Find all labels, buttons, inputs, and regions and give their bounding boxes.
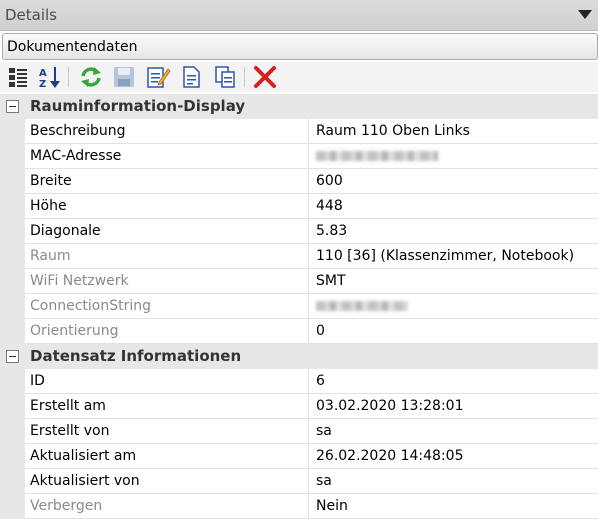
property-value[interactable]: Raum 110 Oben Links [309,119,598,144]
property-value[interactable]: 600 [309,169,598,194]
panel-menu-chevron-down-icon[interactable] [578,10,592,19]
property-row[interactable]: Breite 600 [0,169,598,194]
property-row[interactable]: WiFi Netzwerk SMT [0,269,598,294]
delete-icon[interactable] [252,64,278,90]
property-value-redacted[interactable] [309,144,598,169]
property-name: Raum [25,244,309,269]
property-name: Erstellt am [25,394,309,419]
toolbar-separator [68,67,69,87]
property-name: Diagonale [25,219,309,244]
property-row[interactable]: Erstellt am 03.02.2020 13:28:01 [0,394,598,419]
toolbar-separator [244,67,245,87]
property-row[interactable]: Beschreibung Raum 110 Oben Links [0,119,598,144]
category-header[interactable]: Datensatz Informationen [0,344,598,369]
property-value[interactable]: SMT [309,269,598,294]
details-panel-header: Details [0,0,598,31]
property-row[interactable]: Raum 110 [36] (Klassenzimmer, Notebook) [0,244,598,269]
property-name: Höhe [25,194,309,219]
property-grid: Rauminformation-Display Beschreibung Rau… [0,94,598,524]
category-header[interactable]: Rauminformation-Display [0,94,598,119]
property-value[interactable]: 26.02.2020 14:48:05 [309,444,598,469]
property-row[interactable]: Verbergen Nein [0,494,598,519]
property-name: MAC-Adresse [25,144,309,169]
property-value[interactable]: 5.83 [309,219,598,244]
category-label: Datensatz Informationen [30,347,242,365]
document-selector[interactable]: Dokumentendaten [2,33,598,60]
property-value[interactable]: 448 [309,194,598,219]
document-icon[interactable] [178,64,204,90]
property-value[interactable]: 110 [36] (Klassenzimmer, Notebook) [309,244,598,269]
property-name: ID [25,369,309,394]
property-value[interactable]: 03.02.2020 13:28:01 [309,394,598,419]
redacted-value [316,151,438,161]
property-row[interactable]: MAC-Adresse [0,144,598,169]
property-row[interactable]: ConnectionString [0,294,598,319]
property-row[interactable]: Höhe 448 [0,194,598,219]
property-row[interactable]: Aktualisiert von sa [0,469,598,494]
panel-title: Details [5,6,58,24]
collapse-icon[interactable] [6,100,19,113]
property-name: Orientierung [25,319,309,344]
collapse-icon[interactable] [6,350,19,363]
property-row[interactable]: Diagonale 5.83 [0,219,598,244]
property-value[interactable]: 6 [309,369,598,394]
redacted-value [316,301,408,311]
category-label: Rauminformation-Display [30,97,246,115]
property-row[interactable]: Erstellt von sa [0,419,598,444]
property-name: Beschreibung [25,119,309,144]
property-row[interactable]: Orientierung 0 [0,319,598,344]
property-name: WiFi Netzwerk [25,269,309,294]
property-value[interactable]: sa [309,469,598,494]
property-name: Erstellt von [25,419,309,444]
document-selector-value: Dokumentendaten [7,39,138,55]
property-value-redacted[interactable] [309,294,598,319]
svg-text:Z: Z [39,79,46,90]
property-name: Aktualisiert am [25,444,309,469]
property-value[interactable]: sa [309,419,598,444]
property-value[interactable]: Nein [309,494,598,519]
copy-icon[interactable] [212,64,238,90]
property-name: Breite [25,169,309,194]
property-row[interactable]: ID 6 [0,369,598,394]
svg-text:A: A [39,68,47,79]
property-name: ConnectionString [25,294,309,319]
property-row[interactable]: Aktualisiert am 26.02.2020 14:48:05 [0,444,598,469]
property-name: Aktualisiert von [25,469,309,494]
property-value[interactable]: 0 [309,319,598,344]
property-name: Verbergen [25,494,309,519]
save-icon[interactable] [111,64,137,90]
refresh-icon[interactable] [78,64,104,90]
edit-icon[interactable] [145,64,171,90]
toolbar: AZ [0,62,598,92]
sort-alpha-icon[interactable]: AZ [37,64,63,90]
categorized-icon[interactable] [6,64,32,90]
